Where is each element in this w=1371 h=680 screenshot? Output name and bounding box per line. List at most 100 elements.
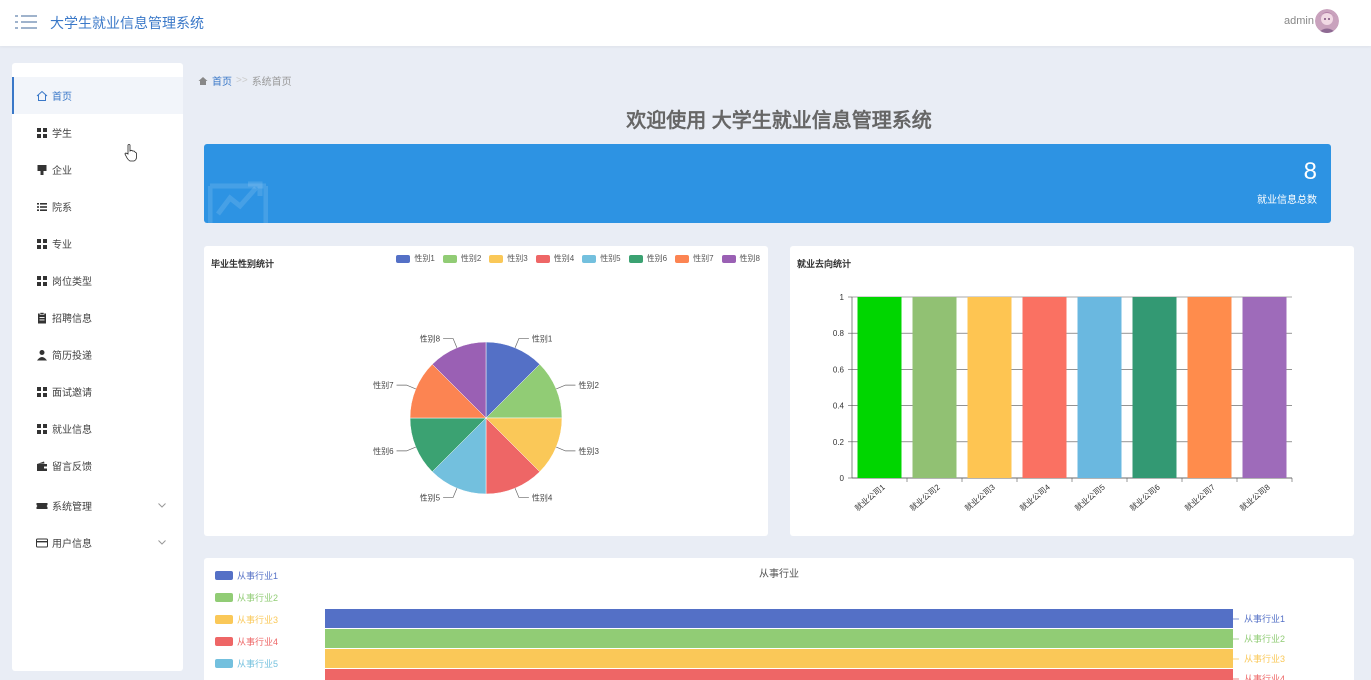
legend-label: 从事行业1: [237, 570, 278, 581]
sidebar-item-label: 专业: [52, 240, 72, 251]
username-label[interactable]: admin: [1284, 15, 1314, 27]
sidebar-item-label: 院系: [52, 203, 72, 214]
legend-swatch: [215, 659, 233, 668]
gender-pie-panel: 毕业生性别统计 性别1 性别2 性别3 性别4 性别5 性别6 性别7 性别8 性别1 性别2 性…: [204, 246, 768, 536]
building-icon: [36, 164, 48, 176]
bar: [1022, 297, 1067, 478]
industry-bar: [325, 609, 1233, 628]
chevron-down-icon: [158, 503, 166, 508]
grid-icon: [36, 275, 48, 287]
sidebar-item-label: 系统管理: [52, 502, 92, 513]
breadcrumb-home-link[interactable]: 首页: [212, 73, 232, 88]
pie-label-line: [556, 384, 576, 390]
sidebar-item-label: 首页: [52, 92, 72, 103]
menu-toggle-icon[interactable]: [15, 13, 37, 31]
y-tick-label: 0.2: [833, 438, 845, 447]
sidebar-item-employment[interactable]: 就业信息: [12, 410, 183, 447]
sidebar-item-label: 学生: [52, 129, 72, 140]
sidebar-item-system-management[interactable]: 系统管理: [12, 487, 183, 524]
x-tick-label: 就业公司8: [1237, 482, 1272, 513]
bar: [967, 297, 1012, 478]
user-icon: [36, 349, 48, 361]
sidebar-item-label: 留言反馈: [52, 462, 92, 473]
bar-end-label: 从事行业2: [1244, 633, 1285, 644]
bar: [1077, 297, 1122, 478]
list-icon: [36, 201, 48, 213]
bar-end-label: 从事行业3: [1244, 653, 1285, 664]
sidebar-item-job-type[interactable]: 岗位类型: [12, 262, 183, 299]
sidebar-item-label: 招聘信息: [52, 314, 92, 325]
pie-slice-label: 性别8: [420, 334, 441, 344]
sidebar-item-label: 简历投递: [52, 351, 92, 362]
industry-bar-chart: 从事行业1 从事行业2 从事行业3 从事行业4 从事行业5 从事行业1 从事行业2 从事行业3…: [215, 570, 1285, 680]
pie-slice-label: 性别6: [373, 446, 394, 456]
pie-slice-label: 性别7: [373, 380, 394, 390]
stat-label: 就业信息总数: [1257, 195, 1317, 206]
industry-bar: [325, 629, 1233, 648]
sidebar-item-department[interactable]: 院系: [12, 188, 183, 225]
breadcrumb: 首页 >> 系统首页: [198, 73, 292, 88]
employment-bar-panel: 就业去向统计 0 0.2 0.4 0.6 0.8 1 就业公司1 就业公司2 就业公司3 就业公司…: [790, 246, 1354, 536]
pie-chart: 性别1 性别2 性别3 性别4 性别5 性别6 性别7 性别8: [373, 334, 599, 503]
sidebar-item-resume[interactable]: 简历投递: [12, 336, 183, 373]
avatar-image-icon: [1315, 9, 1339, 33]
x-tick-label: 就业公司5: [1072, 482, 1107, 513]
bar: [912, 297, 957, 478]
x-tick-label: 就业公司2: [907, 482, 942, 513]
y-tick-label: 0.6: [833, 365, 845, 374]
chevron-down-icon: [158, 540, 166, 545]
app-title: 大学生就业信息管理系统: [50, 15, 204, 31]
x-tick-label: 就业公司4: [1017, 482, 1052, 513]
industry-panel: 从事行业 从事行业1 从事行业2 从事行业3 从事行业4 从事行业5 从事行业1 从事行业2…: [204, 558, 1354, 680]
grid-icon: [36, 423, 48, 435]
bar-end-label: 从事行业4: [1244, 673, 1285, 680]
grid-icon: [36, 386, 48, 398]
sidebar: 首页 学生 企业 院系 专业 岗位类型 招聘信息 简历投递 面试邀请 就业信息 …: [12, 63, 183, 671]
industry-bar: [325, 649, 1233, 668]
legend-label: 从事行业5: [237, 658, 278, 669]
sidebar-item-major[interactable]: 专业: [12, 225, 183, 262]
sidebar-item-home[interactable]: 首页: [12, 77, 183, 114]
x-tick-label: 就业公司3: [962, 482, 997, 513]
sidebar-item-label: 面试邀请: [52, 388, 92, 399]
home-icon: [36, 90, 48, 102]
bar: [1132, 297, 1177, 478]
legend-label: 从事行业4: [237, 636, 278, 647]
bar: [857, 297, 902, 478]
sidebar-item-user-info[interactable]: 用户信息: [12, 524, 183, 561]
pie-slice-label: 性别5: [420, 492, 441, 502]
grid-icon: [36, 238, 48, 250]
pie-label-line: [443, 488, 458, 498]
chart-watermark-icon: [208, 181, 268, 223]
pie-label-line: [514, 338, 529, 348]
sidebar-item-label: 岗位类型: [52, 277, 92, 288]
bar: [1242, 297, 1287, 478]
breadcrumb-current: 系统首页: [251, 77, 292, 88]
ticket-icon: [36, 500, 48, 512]
top-header: 大学生就业信息管理系统 admin: [0, 0, 1371, 46]
home-icon: [198, 76, 208, 85]
legend-swatch: [215, 571, 233, 580]
pie-label-line: [396, 446, 416, 452]
sidebar-item-feedback[interactable]: 留言反馈: [12, 447, 183, 484]
sidebar-item-label: 用户信息: [52, 539, 92, 550]
sidebar-item-label: 就业信息: [52, 425, 92, 436]
grid-icon: [36, 127, 48, 139]
y-tick-label: 0.8: [833, 329, 845, 338]
wallet-icon: [36, 460, 48, 472]
pie-slice-label: 性别4: [532, 492, 553, 502]
sidebar-item-company[interactable]: 企业: [12, 151, 183, 188]
sidebar-item-student[interactable]: 学生: [12, 114, 183, 151]
legend-label: 从事行业3: [237, 614, 278, 625]
y-tick-label: 0.4: [833, 402, 845, 411]
x-tick-label: 就业公司7: [1182, 482, 1217, 513]
avatar[interactable]: [1315, 9, 1339, 33]
card-icon: [36, 537, 48, 549]
sidebar-item-recruitment[interactable]: 招聘信息: [12, 299, 183, 336]
sidebar-item-interview[interactable]: 面试邀请: [12, 373, 183, 410]
pie-label-line: [514, 488, 529, 498]
clipboard-icon: [36, 311, 48, 324]
x-tick-label: 就业公司6: [1127, 482, 1162, 513]
pie-label-line: [556, 446, 576, 452]
bar-chart: 0 0.2 0.4 0.6 0.8 1 就业公司1 就业公司2 就业公司3 就业公司4 就业公司5 就…: [833, 293, 1293, 513]
